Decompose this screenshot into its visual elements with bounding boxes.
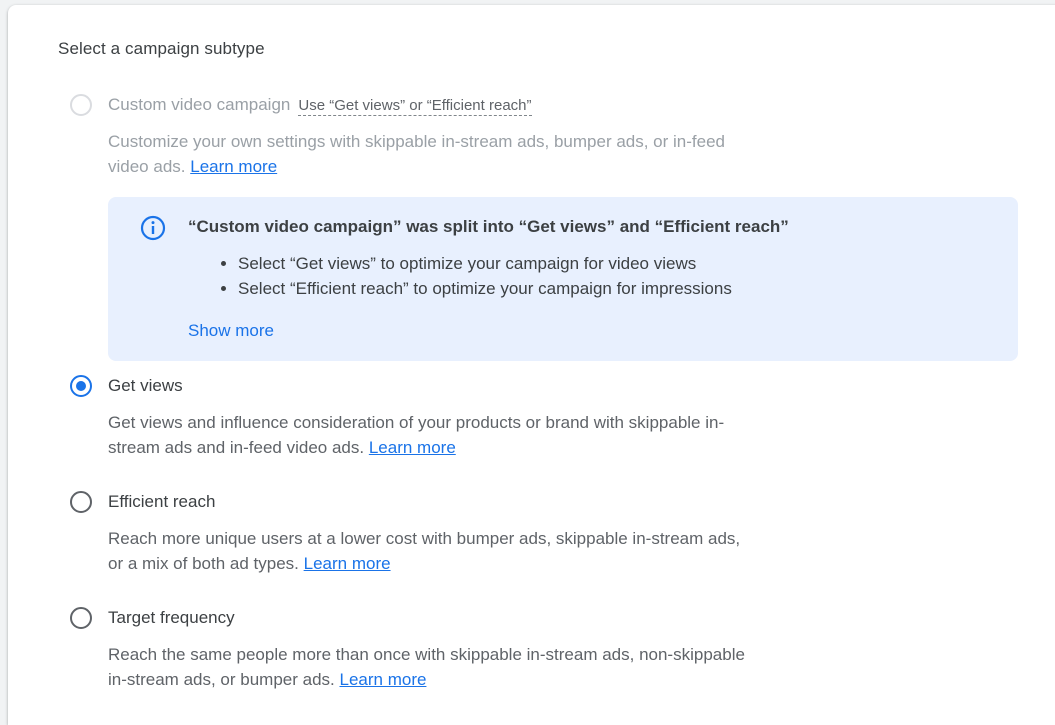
section-title: Select a campaign subtype [58, 39, 265, 58]
radio-efficient-reach[interactable] [70, 491, 92, 513]
option-hint[interactable]: Use “Get views” or “Efficient reach” [298, 97, 532, 116]
radio-get-views[interactable] [70, 375, 92, 397]
radio-custom-video-campaign [70, 94, 92, 116]
learn-more-link[interactable]: Learn more [340, 670, 427, 689]
option-label[interactable]: Efficient reach [108, 492, 215, 512]
learn-more-link[interactable]: Learn more [369, 438, 456, 457]
info-banner-bullet: Select “Efficient reach” to optimize you… [238, 276, 732, 301]
option-description-text: Reach the same people more than once wit… [108, 645, 745, 689]
option-label: Custom video campaign Use “Get views” or … [108, 95, 532, 116]
info-banner-title: “Custom video campaign” was split into “… [188, 217, 789, 236]
show-more-button[interactable]: Show more [188, 321, 274, 341]
option-description: Customize your own settings with skippab… [108, 129, 748, 179]
info-icon [140, 215, 166, 241]
learn-more-link[interactable]: Learn more [190, 157, 277, 176]
info-banner-list: Select “Get views” to optimize your camp… [188, 251, 732, 301]
radio-target-frequency[interactable] [70, 607, 92, 629]
option-description: Reach more unique users at a lower cost … [108, 526, 748, 576]
campaign-subtype-card: Select a campaign subtype Custom video c… [8, 5, 1055, 725]
option-label[interactable]: Target frequency [108, 608, 235, 628]
learn-more-link[interactable]: Learn more [304, 554, 391, 573]
option-label-text: Custom video campaign [108, 95, 291, 114]
option-description: Reach the same people more than once wit… [108, 642, 748, 692]
info-banner: “Custom video campaign” was split into “… [108, 197, 1018, 361]
option-description-text: Reach more unique users at a lower cost … [108, 529, 741, 573]
option-label[interactable]: Get views [108, 376, 183, 396]
option-description: Get views and influence consideration of… [108, 410, 748, 460]
info-banner-bullet: Select “Get views” to optimize your camp… [238, 251, 732, 276]
